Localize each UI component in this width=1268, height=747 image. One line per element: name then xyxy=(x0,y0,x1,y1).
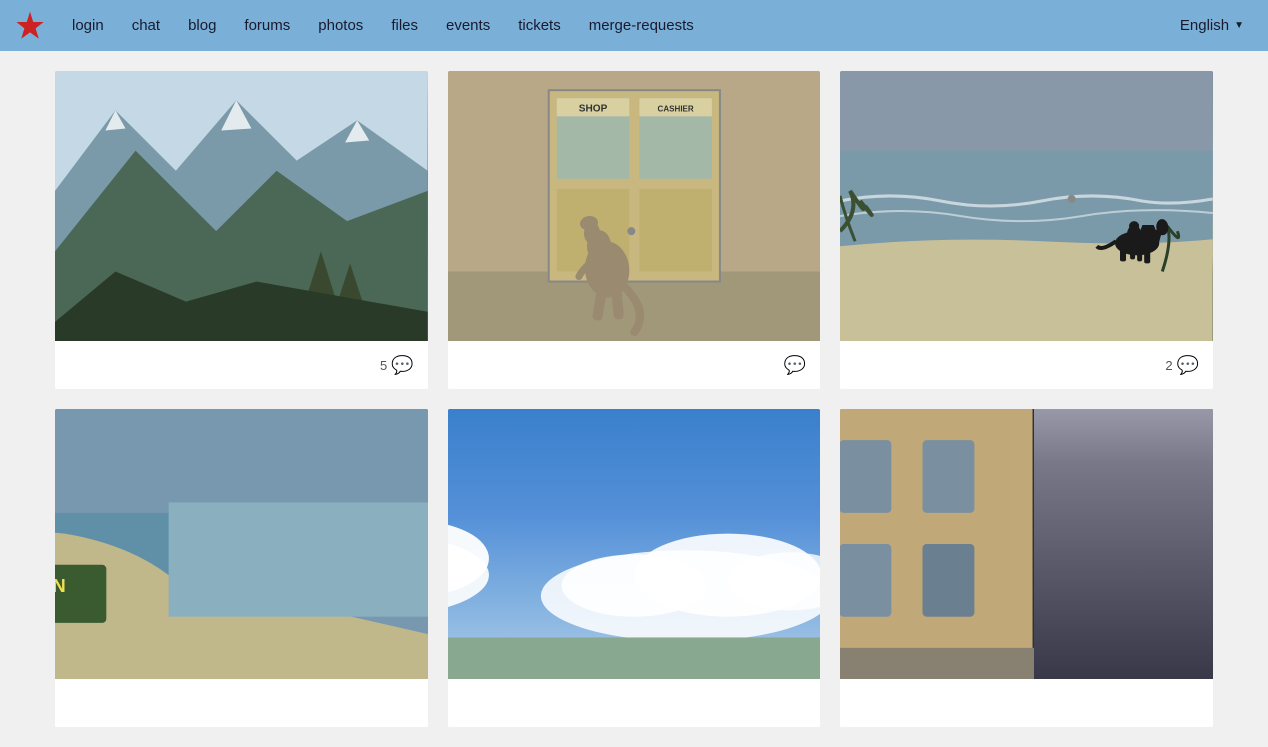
photo-image-4[interactable]: CAUTION - E... xyxy=(55,409,428,679)
nav-photos[interactable]: photos xyxy=(304,0,377,51)
logo-icon[interactable] xyxy=(14,10,46,42)
photo-card-footer-5 xyxy=(448,679,821,727)
photo-image-3[interactable] xyxy=(840,71,1213,341)
photo-image-2[interactable]: SHOP CASHIER xyxy=(448,71,821,341)
svg-text:CASHIER: CASHIER xyxy=(657,104,693,113)
language-label: English xyxy=(1180,17,1229,34)
photo-gallery: 5 💬 SHOP xyxy=(0,51,1268,747)
svg-text:SHOP: SHOP xyxy=(578,103,607,114)
language-selector[interactable]: English ▼ xyxy=(1170,17,1254,34)
photo-card-footer-6 xyxy=(840,679,1213,727)
comment-count-3: 2 xyxy=(1165,358,1172,373)
comment-icon-1[interactable]: 💬 xyxy=(391,355,413,376)
nav-blog[interactable]: blog xyxy=(174,0,230,51)
nav-events[interactable]: events xyxy=(432,0,504,51)
comment-icon-3[interactable]: 💬 xyxy=(1177,355,1199,376)
nav-forums[interactable]: forums xyxy=(230,0,304,51)
photo-card-5[interactable] xyxy=(448,409,821,727)
photo-thumbnail-1 xyxy=(55,71,428,341)
photo-thumbnail-4: CAUTION - E... xyxy=(55,409,428,679)
navbar: login chat blog forums photos files even… xyxy=(0,0,1268,51)
photo-card-footer-4 xyxy=(55,679,428,727)
comment-icon-2[interactable]: 💬 xyxy=(784,355,806,376)
nav-merge-requests[interactable]: merge-requests xyxy=(575,0,708,51)
photo-thumbnail-6 xyxy=(840,409,1213,679)
photo-card-6[interactable] xyxy=(840,409,1213,727)
photo-thumbnail-5 xyxy=(448,409,821,679)
nav-login[interactable]: login xyxy=(58,0,118,51)
chevron-down-icon: ▼ xyxy=(1234,20,1244,31)
photo-image-1[interactable] xyxy=(55,71,428,341)
nav-files[interactable]: files xyxy=(377,0,432,51)
photo-thumbnail-3 xyxy=(840,71,1213,341)
photo-card-4[interactable]: CAUTION - E... xyxy=(55,409,428,727)
nav-links: login chat blog forums photos files even… xyxy=(58,0,1170,51)
photo-thumbnail-2: SHOP CASHIER xyxy=(448,71,821,341)
nav-tickets[interactable]: tickets xyxy=(504,0,575,51)
photo-card-2[interactable]: SHOP CASHIER xyxy=(448,71,821,389)
nav-chat[interactable]: chat xyxy=(118,0,174,51)
photo-card-footer-3: 2 💬 xyxy=(840,341,1213,389)
photo-card-3[interactable]: 2 💬 xyxy=(840,71,1213,389)
comment-count-1: 5 xyxy=(380,358,387,373)
svg-text:CAUTION: CAUTION xyxy=(55,575,66,596)
photo-image-5[interactable] xyxy=(448,409,821,679)
photo-card-1[interactable]: 5 💬 xyxy=(55,71,428,389)
photo-image-6[interactable] xyxy=(840,409,1213,679)
photo-card-footer-1: 5 💬 xyxy=(55,341,428,389)
photo-card-footer-2: 💬 xyxy=(448,341,821,389)
